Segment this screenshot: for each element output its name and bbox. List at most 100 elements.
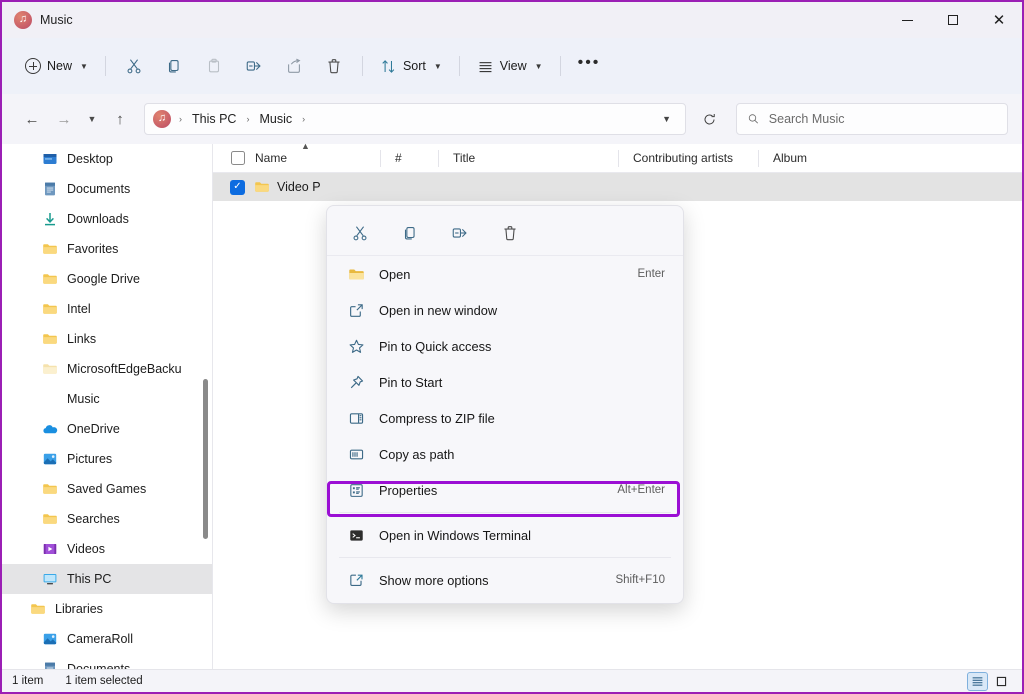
copy-path-icon — [347, 445, 365, 463]
sidebar-item-libraries[interactable]: Libraries — [2, 594, 212, 624]
copy-button[interactable] — [154, 50, 194, 82]
breadcrumb-separator: › — [302, 114, 306, 124]
sidebar-item-desktop[interactable]: Desktop — [2, 144, 212, 174]
context-cut-button[interactable] — [343, 217, 377, 249]
folder-icon — [42, 361, 58, 377]
view-toggle-group — [967, 671, 1012, 691]
rename-button[interactable] — [234, 50, 274, 82]
context-menu-item-label: Open in new window — [379, 302, 498, 318]
sidebar-item-label: This PC — [67, 572, 112, 586]
column-header-label: Name — [255, 151, 288, 165]
context-menu-item-pin-to-quick-access[interactable]: Pin to Quick access — [331, 328, 679, 364]
column-header-number[interactable]: # — [381, 144, 439, 173]
breadcrumb-dropdown-icon[interactable]: ▼ — [654, 114, 679, 124]
sort-button[interactable]: Sort ▼ — [371, 50, 451, 82]
file-name-label: Video P — [277, 180, 321, 194]
minimize-button[interactable] — [884, 2, 930, 38]
terminal-icon — [347, 526, 365, 544]
sort-arrows-icon — [382, 59, 395, 73]
more-options-icon — [347, 571, 365, 589]
sort-ascending-icon: ▲ — [301, 140, 310, 151]
context-menu-item-open-in-windows-terminal[interactable]: Open in Windows Terminal — [331, 517, 679, 553]
see-more-button[interactable]: ••• — [569, 50, 610, 82]
refresh-button[interactable] — [694, 103, 724, 135]
copy-icon — [404, 226, 415, 239]
chevron-down-icon: ▼ — [433, 61, 442, 71]
selection-label: 1 item selected — [65, 675, 143, 687]
breadcrumb-separator: › — [246, 114, 250, 124]
breadcrumb[interactable]: › This PC › Music › ▼ — [144, 103, 686, 135]
sidebar-item-favorites[interactable]: Favorites — [2, 234, 212, 264]
sidebar-item-downloads[interactable]: Downloads — [2, 204, 212, 234]
folder-open-icon — [347, 265, 365, 283]
select-all-checkbox[interactable] — [231, 151, 245, 165]
context-menu-item-label: Open — [379, 266, 411, 282]
large-icons-view-button[interactable] — [991, 672, 1012, 691]
table-row[interactable]: ✓ Video P — [213, 173, 1022, 201]
paste-icon — [208, 58, 219, 73]
sidebar-item-cameraroll[interactable]: CameraRoll — [2, 624, 212, 654]
toolbar-divider — [104, 56, 106, 76]
context-menu-separator — [339, 557, 671, 558]
close-button[interactable]: ✕ — [976, 2, 1022, 38]
sidebar-item-google-drive[interactable]: Google Drive — [2, 264, 212, 294]
sidebar-item-documents[interactable]: Documents — [2, 174, 212, 204]
view-button[interactable]: View ▼ — [468, 50, 552, 82]
context-menu-item-open-in-new-window[interactable]: Open in new window — [331, 292, 679, 328]
sidebar-item-documents-library[interactable]: Documents — [2, 654, 212, 669]
context-menu-item-open[interactable]: Open Enter — [331, 256, 679, 292]
sort-button-label: Sort — [402, 59, 426, 73]
context-menu-item-properties[interactable]: Properties Alt+Enter — [331, 472, 679, 508]
column-header-title[interactable]: Title — [439, 144, 619, 173]
sidebar-item-videos[interactable]: Videos — [2, 534, 212, 564]
sidebar-item-microsoftedgebackup[interactable]: MicrosoftEdgeBacku — [2, 354, 212, 384]
ellipsis-icon: ••• — [577, 54, 601, 71]
recent-locations-button[interactable]: ▼ — [80, 103, 104, 135]
sidebar-item-links[interactable]: Links — [2, 324, 212, 354]
sidebar-item-music[interactable]: Music — [2, 384, 212, 414]
column-header-contributing-artists[interactable]: Contributing artists — [619, 144, 759, 173]
folder-icon — [42, 301, 58, 317]
onedrive-icon — [42, 421, 58, 437]
context-menu-item-copy-as-path[interactable]: Copy as path — [331, 436, 679, 472]
sidebar-item-this-pc[interactable]: This PC — [2, 564, 212, 594]
context-menu-item-compress-to-zip[interactable]: Compress to ZIP file — [331, 400, 679, 436]
sidebar-scrollbar-thumb[interactable] — [203, 379, 208, 539]
column-header-album[interactable]: Album — [759, 144, 909, 173]
search-box[interactable] — [736, 103, 1008, 135]
folder-icon — [30, 601, 46, 617]
context-copy-button[interactable] — [393, 217, 427, 249]
details-view-button[interactable] — [967, 671, 988, 691]
forward-button[interactable]: → — [48, 103, 80, 135]
context-menu-item-pin-to-start[interactable]: Pin to Start — [331, 364, 679, 400]
sidebar-item-label: Saved Games — [67, 482, 147, 496]
star-icon — [347, 337, 365, 355]
row-checkbox[interactable]: ✓ — [230, 179, 245, 195]
sidebar-item-searches[interactable]: Searches — [2, 504, 212, 534]
sidebar-item-label: Searches — [67, 512, 120, 526]
maximize-button[interactable] — [930, 2, 976, 38]
new-button[interactable]: New ▼ — [16, 50, 97, 82]
search-input[interactable] — [768, 112, 997, 126]
pictures-icon — [42, 631, 58, 647]
sidebar-scrollbar[interactable] — [201, 144, 209, 669]
up-button[interactable]: ↑ — [104, 103, 136, 135]
back-button[interactable]: ← — [16, 103, 48, 135]
sidebar-item-label: Documents — [67, 182, 131, 196]
sidebar-item-saved-games[interactable]: Saved Games — [2, 474, 212, 504]
context-delete-button[interactable] — [493, 217, 527, 249]
delete-button[interactable] — [314, 50, 354, 82]
sidebar-item-label: Intel — [67, 302, 91, 316]
sidebar-item-intel[interactable]: Intel — [2, 294, 212, 324]
title-bar: Music ✕ — [2, 2, 1022, 38]
context-rename-button[interactable] — [443, 217, 477, 249]
column-header-name[interactable]: Name ▲ — [213, 140, 381, 173]
address-bar: ← → ▼ ↑ › This PC › Music › ▼ — [2, 94, 1022, 144]
sidebar-item-onedrive[interactable]: OneDrive — [2, 414, 212, 444]
sidebar-item-pictures[interactable]: Pictures — [2, 444, 212, 474]
context-menu-item-show-more-options[interactable]: Show more options Shift+F10 — [331, 562, 679, 598]
breadcrumb-item-this-pc[interactable]: This PC — [186, 109, 242, 129]
breadcrumb-item-music[interactable]: Music — [253, 109, 298, 129]
share-button[interactable] — [274, 50, 314, 82]
cut-button[interactable] — [114, 50, 154, 82]
